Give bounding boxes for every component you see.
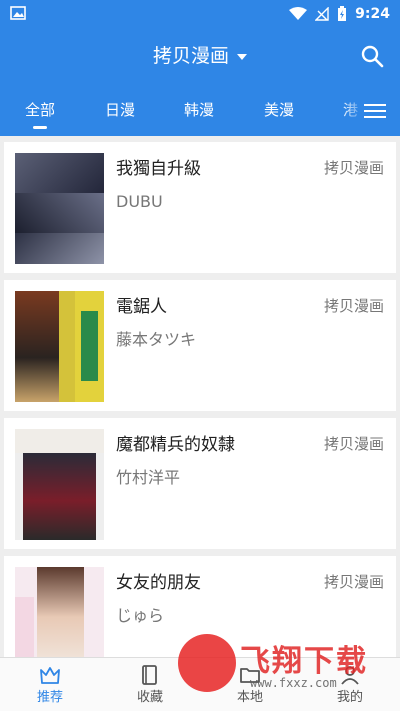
watermark: 飞翔下载 www.fxxz.com bbox=[178, 632, 392, 704]
gallery-notification-icon bbox=[10, 6, 26, 20]
comic-title: 女友的朋友 bbox=[116, 573, 201, 593]
comic-author: じゅら bbox=[116, 606, 165, 625]
comic-title: 電鋸人 bbox=[116, 297, 167, 317]
comic-title: 我獨自升級 bbox=[116, 159, 201, 179]
battery-charging-icon bbox=[338, 6, 347, 21]
comic-source: 拷贝漫画 bbox=[323, 297, 384, 315]
book-icon bbox=[142, 665, 157, 685]
clock: 9:24 bbox=[355, 6, 390, 22]
comic-title: 魔都精兵的奴隸 bbox=[116, 435, 235, 455]
app-bar: 拷贝漫画 bbox=[0, 28, 400, 88]
comic-author: 藤本タツキ bbox=[116, 330, 197, 349]
comic-cover bbox=[15, 429, 104, 540]
comic-source: 拷贝漫画 bbox=[323, 435, 384, 453]
tab-indicator bbox=[33, 126, 47, 129]
tab-japanese[interactable]: 日漫 bbox=[105, 100, 135, 120]
comic-source: 拷贝漫画 bbox=[323, 573, 384, 591]
comic-author: 竹村洋平 bbox=[116, 468, 181, 487]
tab-american[interactable]: 美漫 bbox=[264, 100, 294, 120]
status-bar: 9:24 bbox=[0, 0, 400, 28]
search-icon[interactable] bbox=[360, 44, 384, 68]
watermark-text: 飞翔下载 bbox=[240, 644, 368, 679]
wifi-icon bbox=[289, 7, 308, 20]
tab-korean[interactable]: 韩漫 bbox=[184, 100, 214, 120]
no-signal-icon bbox=[315, 7, 329, 21]
comic-cover bbox=[15, 567, 104, 657]
nav-recommend[interactable]: 推荐 bbox=[0, 658, 100, 711]
caret-down-icon bbox=[237, 53, 247, 60]
source-selector[interactable]: 拷贝漫画 bbox=[0, 42, 400, 70]
comic-card[interactable]: 電鋸人 藤本タツキ 拷贝漫画 bbox=[4, 280, 396, 411]
comic-cover bbox=[15, 153, 104, 264]
comic-card[interactable]: 我獨自升級 DUBU 拷贝漫画 bbox=[4, 142, 396, 273]
menu-icon[interactable] bbox=[364, 100, 386, 122]
watermark-logo bbox=[178, 634, 236, 692]
tab-all[interactable]: 全部 bbox=[25, 100, 55, 120]
category-tabs: 全部 日漫 韩漫 美漫 港 bbox=[0, 88, 400, 136]
nav-label: 推荐 bbox=[36, 690, 63, 705]
watermark-url: www.fxxz.com bbox=[250, 676, 337, 690]
comic-list: 我獨自升級 DUBU 拷贝漫画 電鋸人 藤本タツキ 拷贝漫画 魔都精兵的奴隸 竹… bbox=[0, 136, 400, 657]
app-title: 拷贝漫画 bbox=[152, 45, 229, 67]
comic-source: 拷贝漫画 bbox=[323, 159, 384, 177]
comic-author: DUBU bbox=[116, 192, 163, 211]
comic-card[interactable]: 魔都精兵的奴隸 竹村洋平 拷贝漫画 bbox=[4, 418, 396, 549]
crown-icon bbox=[40, 667, 60, 684]
comic-cover bbox=[15, 291, 104, 402]
